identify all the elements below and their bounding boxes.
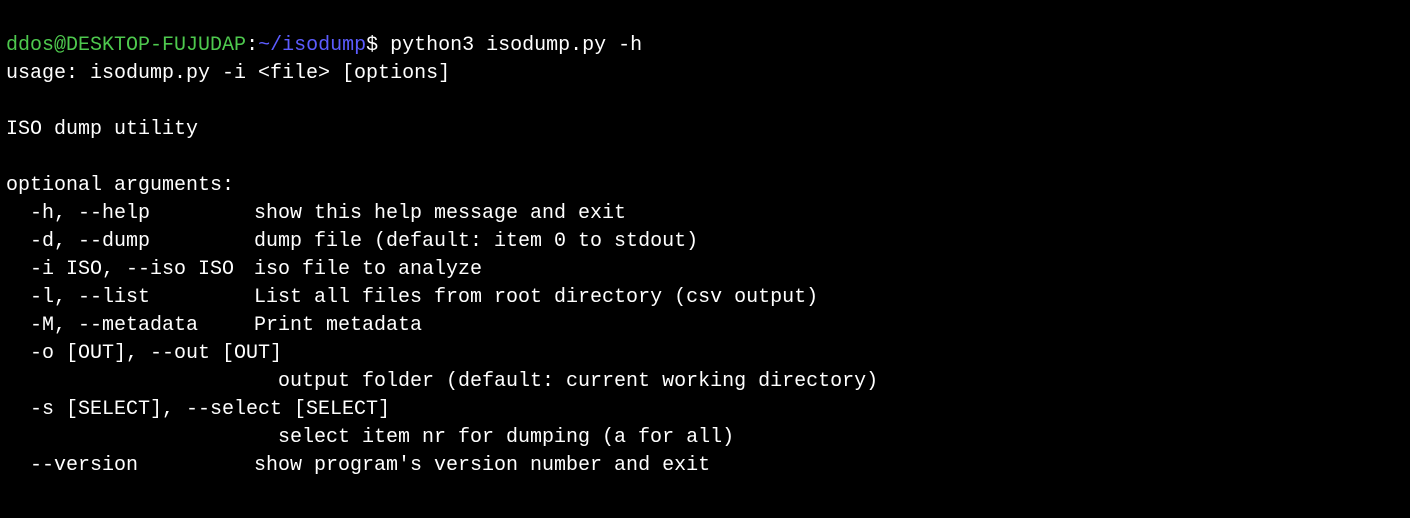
arg-row: -s [SELECT], --select [SELECT] [6, 396, 1404, 424]
prompt-host: DESKTOP-FUJUDAP [66, 34, 246, 57]
arg-description: List all files from root directory (csv … [254, 286, 818, 309]
prompt-dollar: $ [366, 34, 378, 57]
arg-flag: -s [SELECT], --select [SELECT] [6, 396, 390, 424]
arg-flag: -l, --list [6, 284, 254, 312]
arg-flag: -i ISO, --iso ISO [6, 256, 254, 284]
arg-description: select item nr for dumping (a for all) [6, 424, 1404, 452]
arg-row: -l, --listList all files from root direc… [6, 284, 1404, 312]
prompt-at: @ [54, 34, 66, 57]
prompt-colon: : [246, 34, 258, 57]
arg-description: iso file to analyze [254, 258, 482, 281]
arg-row: -h, --helpshow this help message and exi… [6, 200, 1404, 228]
arg-description: show this help message and exit [254, 202, 626, 225]
arg-row: -i ISO, --iso ISOiso file to analyze [6, 256, 1404, 284]
usage-line: usage: isodump.py -i <file> [options] [6, 62, 450, 85]
arg-flag: -d, --dump [6, 228, 254, 256]
arg-description: Print metadata [254, 314, 422, 337]
prompt-line: ddos@DESKTOP-FUJUDAP:~/isodump$ python3 … [6, 34, 642, 57]
arguments-list: -h, --helpshow this help message and exi… [6, 200, 1404, 480]
description-line: ISO dump utility [6, 118, 198, 141]
command-text: python3 isodump.py -h [390, 34, 642, 57]
prompt-path: ~/isodump [258, 34, 366, 57]
arg-flag: -M, --metadata [6, 312, 254, 340]
prompt-user: ddos [6, 34, 54, 57]
arg-flag: -h, --help [6, 200, 254, 228]
arg-description: show program's version number and exit [254, 454, 710, 477]
arg-flag: -o [OUT], --out [OUT] [6, 340, 282, 368]
arg-row: -o [OUT], --out [OUT] [6, 340, 1404, 368]
arg-row: -d, --dumpdump file (default: item 0 to … [6, 228, 1404, 256]
arg-description: dump file (default: item 0 to stdout) [254, 230, 698, 253]
arg-description: output folder (default: current working … [6, 368, 1404, 396]
arg-row: --versionshow program's version number a… [6, 452, 1404, 480]
section-header: optional arguments: [6, 174, 234, 197]
arg-row: -M, --metadataPrint metadata [6, 312, 1404, 340]
terminal-output[interactable]: ddos@DESKTOP-FUJUDAP:~/isodump$ python3 … [6, 4, 1404, 508]
arg-flag: --version [6, 452, 254, 480]
